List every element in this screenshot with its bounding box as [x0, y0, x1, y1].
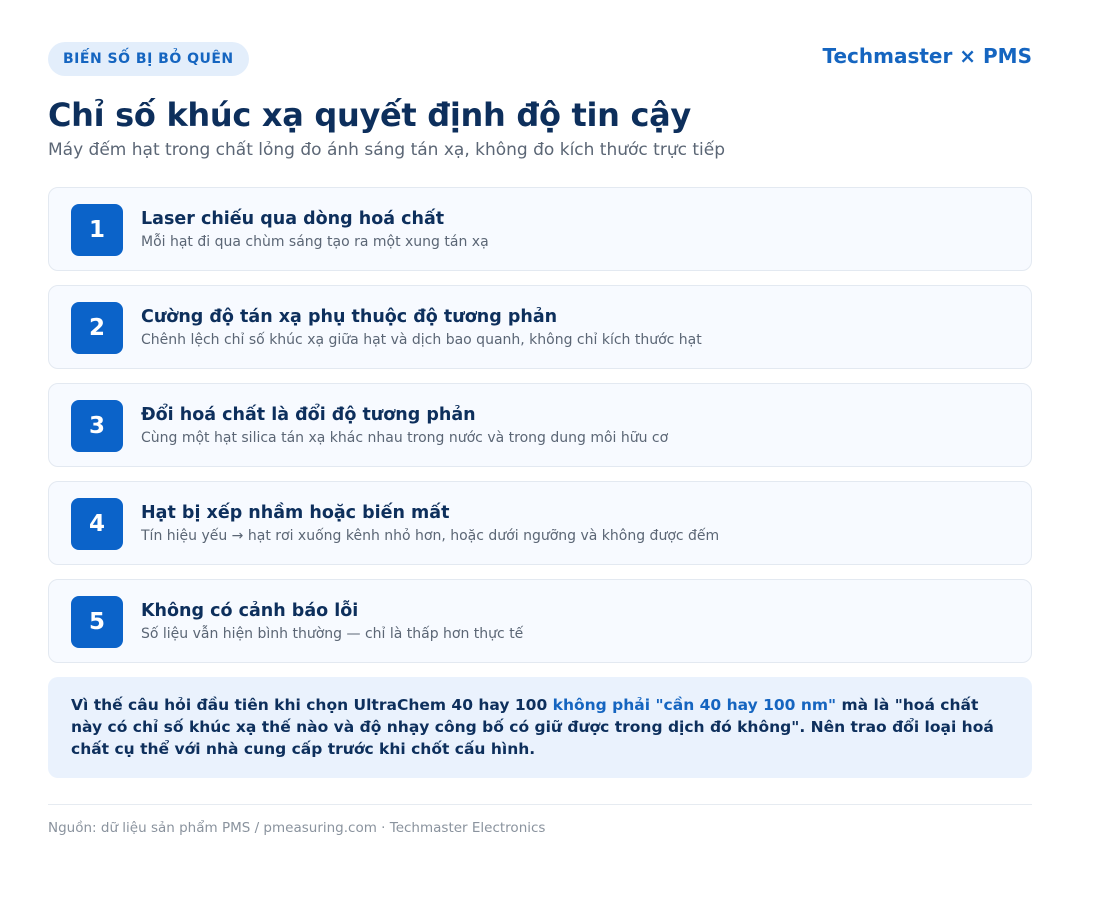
page-subtitle: Máy đếm hạt trong chất lỏng đo ánh sáng … [48, 140, 725, 160]
steps-list: 1 Laser chiếu qua dòng hoá chất Mỗi hạt … [48, 187, 1032, 663]
step-title: Đổi hoá chất là đổi độ tương phản [141, 405, 476, 425]
step-title: Laser chiếu qua dòng hoá chất [141, 209, 445, 229]
step-description: Số liệu vẫn hiện bình thường — chỉ là th… [141, 626, 524, 642]
step-number-badge: 5 [71, 596, 123, 648]
brand-logo-text: Techmaster × PMS [822, 44, 1032, 68]
step-description: Tín hiệu yếu → hạt rơi xuống kênh nhỏ hơ… [141, 528, 720, 544]
step-title: Cường độ tán xạ phụ thuộc độ tương phản [141, 307, 558, 327]
step-number-badge: 4 [71, 498, 123, 550]
step-card-4: 4 Hạt bị xếp nhầm hoặc biến mất Tín hiệu… [48, 481, 1032, 565]
step-card-1: 1 Laser chiếu qua dòng hoá chất Mỗi hạt … [48, 187, 1032, 271]
step-title: Hạt bị xếp nhầm hoặc biến mất [141, 503, 450, 523]
header-row: BIẾN SỐ BỊ BỎ QUÊN Techmaster × PMS [48, 42, 1032, 78]
step-title: Không có cảnh báo lỗi [141, 601, 359, 621]
note-highlight: không phải "cần 40 hay 100 nm" [552, 696, 837, 714]
page-title: Chỉ số khúc xạ quyết định độ tin cậy [48, 96, 691, 134]
footer-divider [48, 804, 1032, 805]
step-description: Cùng một hạt silica tán xạ khác nhau tro… [141, 430, 669, 446]
note-text-before: Vì thế câu hỏi đầu tiên khi chọn UltraCh… [71, 696, 553, 714]
step-number-badge: 3 [71, 400, 123, 452]
step-card-2: 2 Cường độ tán xạ phụ thuộc độ tương phả… [48, 285, 1032, 369]
step-number-badge: 1 [71, 204, 123, 256]
step-card-3: 3 Đổi hoá chất là đổi độ tương phản Cùng… [48, 383, 1032, 467]
step-description: Chênh lệch chỉ số khúc xạ giữa hạt và dị… [141, 332, 702, 348]
category-tag: BIẾN SỐ BỊ BỎ QUÊN [48, 42, 249, 76]
step-card-5: 5 Không có cảnh báo lỗi Số liệu vẫn hiện… [48, 579, 1032, 663]
conclusion-note: Vì thế câu hỏi đầu tiên khi chọn UltraCh… [48, 677, 1032, 778]
step-description: Mỗi hạt đi qua chùm sáng tạo ra một xung… [141, 234, 489, 250]
source-footer: Nguồn: dữ liệu sản phẩm PMS / pmeasuring… [48, 820, 546, 836]
content-page: BIẾN SỐ BỊ BỎ QUÊN Techmaster × PMS Chỉ … [48, 42, 1032, 837]
step-number-badge: 2 [71, 302, 123, 354]
